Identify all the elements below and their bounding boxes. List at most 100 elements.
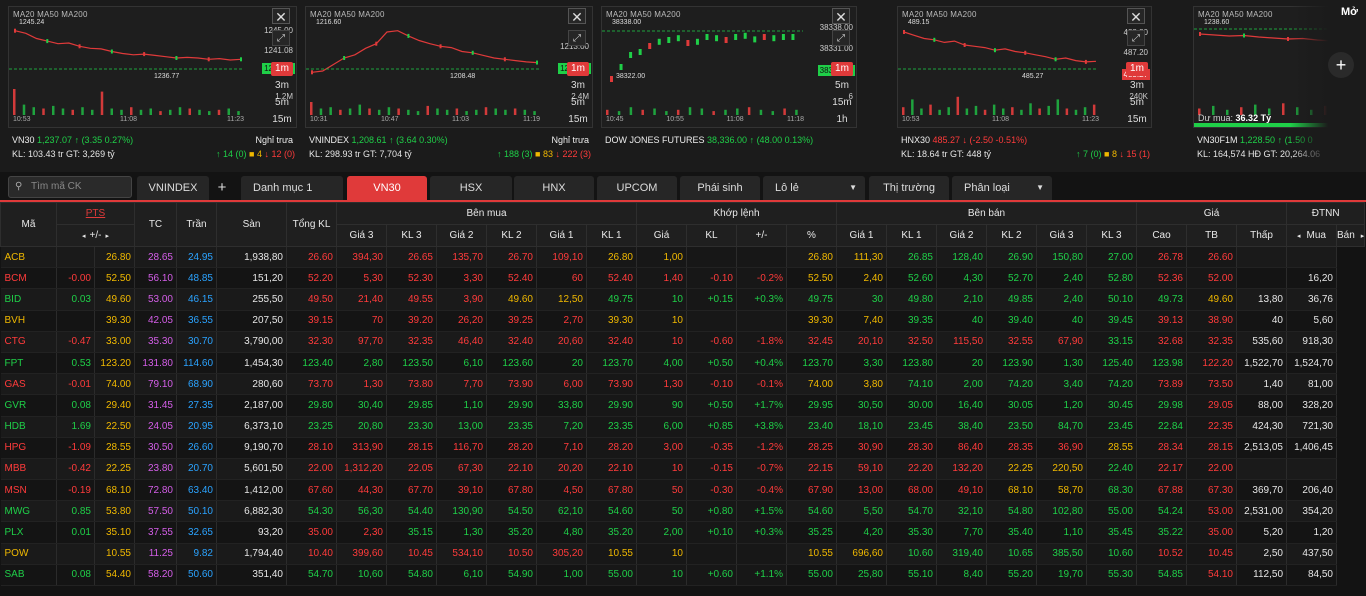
- tab-l-l-[interactable]: Lô lẻ ▼: [763, 176, 865, 200]
- timeframe-button-15m[interactable]: 15m: [831, 96, 853, 110]
- table-row[interactable]: MSN -0.19 68.10 72.80 63.40 1,412,00 67.60 44,3…: [0, 479, 1365, 502]
- tab-ph-n-lo-i[interactable]: Phân loại ▼: [952, 176, 1052, 200]
- tab-hsx[interactable]: HSX: [430, 176, 512, 200]
- col-buy-kl1[interactable]: KL 1: [586, 224, 637, 247]
- timeframe-button-1m[interactable]: 1m: [831, 62, 853, 76]
- timeframe-button-1m[interactable]: 1m: [1126, 62, 1148, 76]
- col-san[interactable]: Sàn: [216, 202, 287, 247]
- tab-danh-m-c-1[interactable]: Danh mục 1: [241, 176, 343, 200]
- col-sell-giá2[interactable]: Giá 2: [936, 224, 987, 247]
- col-foreign-sell[interactable]: Bán ▸: [1335, 224, 1366, 247]
- col-sell-kl1[interactable]: KL 1: [886, 224, 937, 247]
- col-buy-giá1[interactable]: Giá 1: [536, 224, 587, 247]
- col-sell-giá1[interactable]: Giá 1: [836, 224, 887, 247]
- table-row[interactable]: PLX 0.01 35.10 37.55 32.65 93,20 35.00 2,30 35.1…: [0, 521, 1365, 544]
- tab-vn30[interactable]: VN30: [347, 176, 427, 200]
- col-price-tb[interactable]: TB: [1186, 224, 1237, 247]
- table-row[interactable]: HDB 1.69 22.50 24.05 20.95 6,373,10 23.25 20,80…: [0, 416, 1365, 438]
- tab-ph-i-sinh[interactable]: Phái sinh: [680, 176, 760, 200]
- col-sell-kl3[interactable]: KL 3: [1086, 224, 1137, 247]
- table-row[interactable]: MWG 0.85 53.80 57.50 50.10 6,882,30 54.30 56,30…: [0, 500, 1365, 523]
- col-plusminus[interactable]: ◂ +/- ▸: [56, 224, 135, 247]
- table-row[interactable]: HPG -1.09 28.55 30.50 26.60 9,190,70 28.10 313,…: [0, 437, 1365, 459]
- col-buy-kl3[interactable]: KL 3: [386, 224, 437, 247]
- close-chart-icon[interactable]: ✕: [272, 8, 290, 25]
- col-match[interactable]: +/-: [736, 224, 787, 247]
- symbol-cell[interactable]: HPG: [0, 437, 57, 459]
- index-card-0[interactable]: MA20 MA50 MA2001245.241236.771245.001241…: [8, 6, 307, 166]
- table-row[interactable]: MBB -0.42 22.25 23.80 20.70 5,601,50 22.00 1,31…: [0, 458, 1365, 481]
- sort-right-icon[interactable]: ▸: [105, 233, 109, 240]
- open-more-button[interactable]: Mở: [1341, 6, 1358, 18]
- timeframe-button-5m[interactable]: 5m: [1126, 96, 1148, 110]
- tab-hnx[interactable]: HNX: [514, 176, 594, 200]
- stock-search-input[interactable]: ⚲ Tìm mã CK: [8, 176, 132, 198]
- table-row[interactable]: SAB 0.08 54.40 58.20 50.60 351,40 54.70 10,60 54…: [0, 564, 1365, 587]
- symbol-cell[interactable]: GAS: [0, 373, 57, 396]
- tab-vnindex[interactable]: VNINDEX: [137, 176, 209, 200]
- table-row[interactable]: FPT 0.53 123.20 131.80 114.60 1,454,30 123.40 2…: [0, 352, 1365, 375]
- index-card-3[interactable]: MA20 MA50 MA200489.15485.27488.80487.204…: [897, 6, 1162, 166]
- col-match[interactable]: %: [786, 224, 837, 247]
- table-row[interactable]: POW 10.55 11.25 9.82 1,794,40 10.40 399,60 10.4…: [0, 543, 1365, 565]
- table-row[interactable]: ACB 26.80 28.65 24.95 1,938,80 26.60 394,30 26.…: [0, 246, 1365, 269]
- timeframe-button-1h[interactable]: 1h: [831, 113, 853, 127]
- table-row[interactable]: GAS -0.01 74.00 79.10 68.90 280,60 73.70 1,30 73…: [0, 373, 1365, 396]
- col-tc[interactable]: TC: [134, 202, 177, 247]
- symbol-cell[interactable]: MBB: [0, 458, 57, 481]
- sort-left-icon[interactable]: ◂: [82, 233, 86, 240]
- symbol-cell[interactable]: PLX: [0, 521, 57, 544]
- timeframe-button-3m[interactable]: 3m: [1126, 79, 1148, 93]
- timeframe-button-5m[interactable]: 5m: [271, 96, 293, 110]
- col-sell-giá3[interactable]: Giá 3: [1036, 224, 1087, 247]
- mini-chart[interactable]: MA20 MA50 MA200489.15485.27488.80487.204…: [897, 6, 1152, 128]
- col-symbol[interactable]: Mã: [0, 202, 57, 247]
- timeframe-button-5m[interactable]: 5m: [831, 79, 853, 93]
- close-chart-icon[interactable]: ✕: [832, 8, 850, 25]
- table-row[interactable]: BVH 39.30 42.05 36.55 207,50 39.15 70 39.20 26,2…: [0, 310, 1365, 332]
- expand-chart-icon[interactable]: ⤢: [1127, 30, 1145, 46]
- timeframe-button-1m[interactable]: 1m: [567, 62, 589, 76]
- symbol-cell[interactable]: BVH: [0, 310, 57, 332]
- timeframe-button-1m[interactable]: 1m: [271, 62, 293, 76]
- col-buy-giá3[interactable]: Giá 3: [336, 224, 387, 247]
- symbol-cell[interactable]: CTG: [0, 331, 57, 353]
- symbol-cell[interactable]: ACB: [0, 246, 57, 269]
- col-buy-giá2[interactable]: Giá 2: [436, 224, 487, 247]
- pts-toggle[interactable]: PTS: [86, 208, 105, 219]
- table-row[interactable]: BCM -0.00 52.50 56.10 48.85 151,20 52.20 5,30 52…: [0, 267, 1365, 290]
- expand-chart-icon[interactable]: ⤢: [568, 30, 586, 46]
- timeframe-button-3m[interactable]: 3m: [567, 79, 589, 93]
- sort-right-icon[interactable]: ▸: [1361, 233, 1365, 240]
- mini-chart[interactable]: MA20 MA50 MA2001216.601208.481213.001208…: [305, 6, 593, 128]
- col-tongkl[interactable]: Tổng KL: [286, 202, 337, 247]
- sort-left-icon[interactable]: ◂: [1297, 233, 1301, 240]
- col-match[interactable]: Giá: [636, 224, 687, 247]
- expand-chart-icon[interactable]: ⤢: [272, 30, 290, 46]
- symbol-cell[interactable]: BID: [0, 288, 57, 311]
- timeframe-button-15m[interactable]: 15m: [567, 113, 589, 127]
- col-pts[interactable]: PTS: [56, 202, 135, 225]
- index-card-1[interactable]: MA20 MA50 MA2001216.601208.481213.001208…: [305, 6, 603, 166]
- symbol-cell[interactable]: GVR: [0, 394, 57, 417]
- tab-upcom[interactable]: UPCOM: [597, 176, 677, 200]
- col-sell-kl2[interactable]: KL 2: [986, 224, 1037, 247]
- timeframe-button-15m[interactable]: 15m: [1126, 113, 1148, 127]
- symbol-cell[interactable]: SAB: [0, 564, 57, 587]
- table-row[interactable]: BID 0.03 49.60 53.00 46.15 255,50 49.50 21,40 49…: [0, 288, 1365, 311]
- symbol-cell[interactable]: BCM: [0, 267, 57, 290]
- close-chart-icon[interactable]: ✕: [568, 8, 586, 25]
- col-price-cao[interactable]: Cao: [1136, 224, 1187, 247]
- add-chart-button[interactable]: +: [1328, 52, 1354, 78]
- table-row[interactable]: GVR 0.08 29.40 31.45 27.35 2,187,00 29.80 30,40…: [0, 394, 1365, 417]
- index-card-2[interactable]: MA20 MA50 MA200 38338.00 38322.00 38338.00 3…: [601, 6, 867, 166]
- col-price-thấp[interactable]: Thấp: [1236, 224, 1287, 247]
- col-foreign-buy[interactable]: ◂ Mua: [1286, 224, 1337, 247]
- timeframe-button-15m[interactable]: 15m: [271, 113, 293, 127]
- expand-chart-icon[interactable]: ⤢: [832, 30, 850, 46]
- mini-chart[interactable]: MA20 MA50 MA2001245.241236.771245.001241…: [8, 6, 297, 128]
- timeframe-button-3m[interactable]: 3m: [271, 79, 293, 93]
- symbol-cell[interactable]: FPT: [0, 352, 57, 375]
- symbol-cell[interactable]: MWG: [0, 500, 57, 523]
- symbol-cell[interactable]: HDB: [0, 416, 57, 438]
